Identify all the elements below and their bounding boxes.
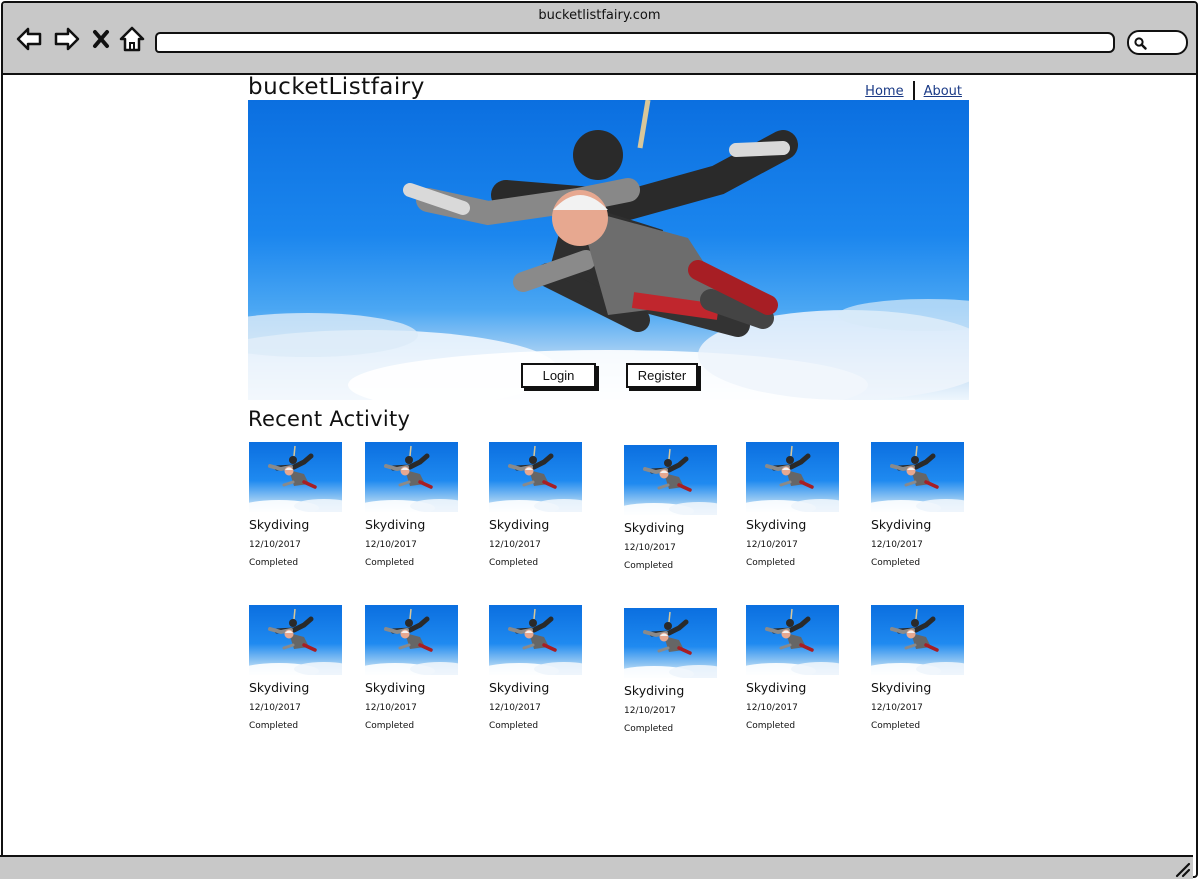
activity-thumbnail-image[interactable] bbox=[871, 605, 964, 675]
activity-card[interactable]: Skydiving 12/10/2017 Completed bbox=[624, 445, 720, 571]
activity-thumbnail-image[interactable] bbox=[489, 442, 582, 512]
activity-title: Skydiving bbox=[871, 517, 932, 532]
status-bar bbox=[0, 855, 1193, 879]
activity-status: Completed bbox=[489, 721, 539, 731]
activity-card[interactable]: Skydiving 12/10/2017 Completed bbox=[365, 442, 461, 568]
browser-toolbar: bucketlistfairy.com bbox=[3, 3, 1196, 75]
activity-status: Completed bbox=[365, 558, 415, 568]
top-navigation: Home About bbox=[863, 81, 964, 101]
activity-thumbnail-image[interactable] bbox=[871, 442, 964, 512]
activity-status: Completed bbox=[746, 558, 796, 568]
activity-card[interactable]: Skydiving 12/10/2017 Completed bbox=[489, 442, 585, 568]
activity-title: Skydiving bbox=[489, 680, 550, 695]
nav-divider bbox=[912, 81, 915, 101]
browser-window: bucketlistfairy.com bucketListfairy Home… bbox=[1, 1, 1198, 878]
activity-card[interactable]: Skydiving 12/10/2017 Completed bbox=[249, 605, 345, 731]
close-icon[interactable] bbox=[91, 25, 111, 53]
activity-status: Completed bbox=[489, 558, 539, 568]
activity-title: Skydiving bbox=[249, 517, 310, 532]
activity-title: Skydiving bbox=[624, 520, 685, 535]
activity-card[interactable]: Skydiving 12/10/2017 Completed bbox=[249, 442, 345, 568]
activity-status: Completed bbox=[249, 558, 299, 568]
register-button[interactable]: Register bbox=[626, 363, 698, 388]
activity-title: Skydiving bbox=[365, 680, 426, 695]
activity-thumbnail-image[interactable] bbox=[365, 605, 458, 675]
activity-thumbnail-image[interactable] bbox=[746, 442, 839, 512]
nav-link-about[interactable]: About bbox=[922, 84, 964, 99]
activity-date: 12/10/2017 bbox=[746, 703, 798, 713]
activity-card[interactable]: Skydiving 12/10/2017 Completed bbox=[746, 605, 842, 731]
activity-card[interactable]: Skydiving 12/10/2017 Completed bbox=[871, 605, 967, 731]
activity-status: Completed bbox=[746, 721, 796, 731]
activity-date: 12/10/2017 bbox=[624, 543, 676, 553]
back-arrow-icon[interactable] bbox=[15, 25, 43, 53]
hero-skydivers-image bbox=[248, 100, 969, 400]
activity-thumbnail-image[interactable] bbox=[365, 442, 458, 512]
activity-thumbnail-image[interactable] bbox=[489, 605, 582, 675]
activity-card[interactable]: Skydiving 12/10/2017 Completed bbox=[489, 605, 585, 731]
resize-grip-icon[interactable] bbox=[1173, 860, 1191, 878]
search-icon bbox=[1133, 35, 1147, 50]
activity-thumbnail-image[interactable] bbox=[746, 605, 839, 675]
activity-date: 12/10/2017 bbox=[365, 540, 417, 550]
forward-arrow-icon[interactable] bbox=[53, 25, 81, 53]
activity-status: Completed bbox=[871, 721, 921, 731]
login-button[interactable]: Login bbox=[521, 363, 596, 388]
activity-date: 12/10/2017 bbox=[746, 540, 798, 550]
window-title: bucketlistfairy.com bbox=[538, 8, 661, 23]
activity-date: 12/10/2017 bbox=[489, 540, 541, 550]
activity-title: Skydiving bbox=[871, 680, 932, 695]
activity-card[interactable]: Skydiving 12/10/2017 Completed bbox=[871, 442, 967, 568]
browser-search-field[interactable] bbox=[1127, 30, 1188, 55]
activity-thumbnail-image[interactable] bbox=[624, 608, 717, 678]
recent-activity-heading: Recent Activity bbox=[248, 407, 411, 431]
activity-status: Completed bbox=[624, 561, 674, 571]
activity-date: 12/10/2017 bbox=[249, 540, 301, 550]
activity-status: Completed bbox=[871, 558, 921, 568]
activity-date: 12/10/2017 bbox=[624, 706, 676, 716]
activity-card[interactable]: Skydiving 12/10/2017 Completed bbox=[365, 605, 461, 731]
home-icon[interactable] bbox=[118, 25, 146, 53]
activity-status: Completed bbox=[249, 721, 299, 731]
activity-thumbnail-image[interactable] bbox=[624, 445, 717, 515]
activity-status: Completed bbox=[624, 724, 674, 734]
activity-date: 12/10/2017 bbox=[871, 540, 923, 550]
activity-title: Skydiving bbox=[746, 517, 807, 532]
activity-card[interactable]: Skydiving 12/10/2017 Completed bbox=[746, 442, 842, 568]
activity-thumbnail-image[interactable] bbox=[249, 442, 342, 512]
activity-title: Skydiving bbox=[249, 680, 310, 695]
activity-title: Skydiving bbox=[365, 517, 426, 532]
activity-title: Skydiving bbox=[624, 683, 685, 698]
activity-title: Skydiving bbox=[489, 517, 550, 532]
activity-date: 12/10/2017 bbox=[365, 703, 417, 713]
activity-thumbnail-image[interactable] bbox=[249, 605, 342, 675]
activity-date: 12/10/2017 bbox=[249, 703, 301, 713]
address-bar[interactable] bbox=[155, 32, 1115, 53]
activity-status: Completed bbox=[365, 721, 415, 731]
activity-date: 12/10/2017 bbox=[871, 703, 923, 713]
nav-link-home[interactable]: Home bbox=[863, 84, 905, 99]
activity-date: 12/10/2017 bbox=[489, 703, 541, 713]
hero-banner: Login Register bbox=[248, 100, 969, 400]
activity-card[interactable]: Skydiving 12/10/2017 Completed bbox=[624, 608, 720, 734]
activity-title: Skydiving bbox=[746, 680, 807, 695]
site-logo[interactable]: bucketListfairy bbox=[248, 74, 425, 100]
